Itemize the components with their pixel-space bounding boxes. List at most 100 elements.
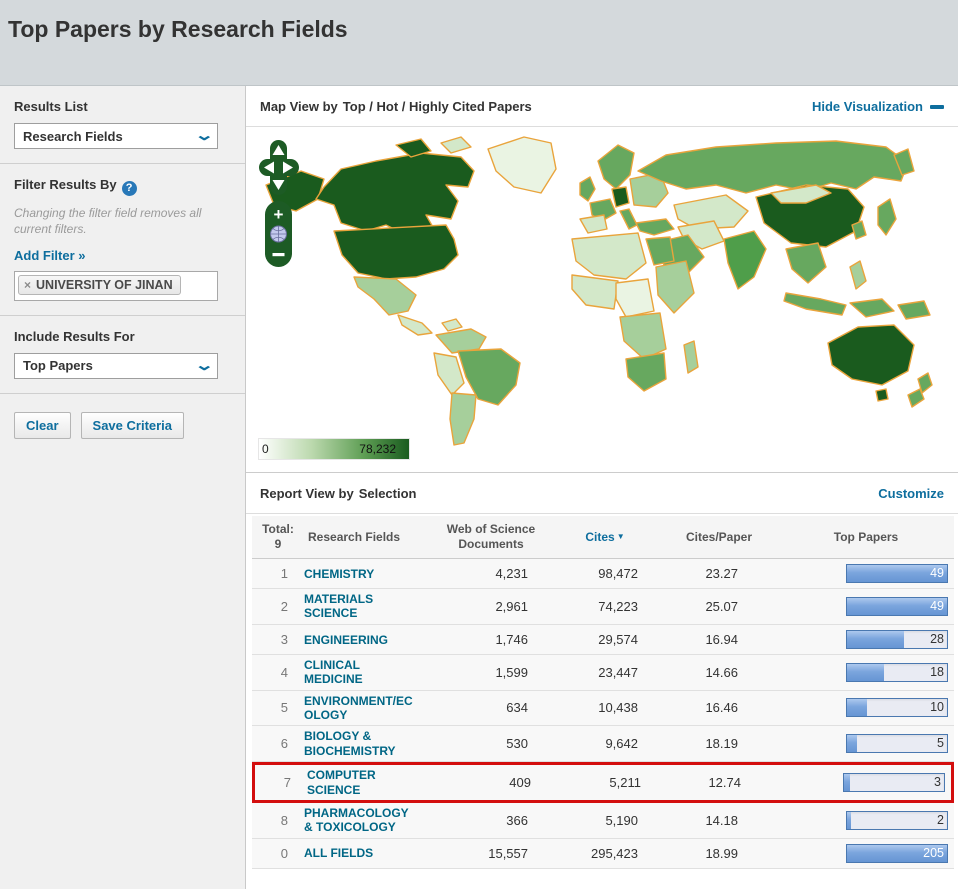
table-row: 6 BIOLOGY & BIOCHEMISTRY 530 9,642 18.19… xyxy=(252,726,954,762)
top-papers-bar-fill xyxy=(847,664,884,681)
cites-header-label: Cites xyxy=(585,530,614,544)
map-region-south-america[interactable] xyxy=(434,329,520,445)
include-results-section: Include Results For Top Papers ⌄ xyxy=(0,316,245,394)
map-zoom-control[interactable]: + xyxy=(265,201,292,267)
research-field-link[interactable]: ENVIRONMENT/ECOLOGY xyxy=(304,694,416,723)
research-field-link[interactable]: CLINICAL MEDICINE xyxy=(304,658,416,687)
map-controls: + xyxy=(256,137,302,269)
cites-per-paper-value: 14.66 xyxy=(660,665,778,680)
map-view-header: Map View byTop / Hot / Highly Cited Pape… xyxy=(246,86,958,127)
row-rank: 3 xyxy=(252,632,304,647)
cites-value: 10,438 xyxy=(550,700,660,715)
top-papers-header: Top Papers xyxy=(778,530,954,545)
row-rank: 6 xyxy=(252,736,304,751)
wos-documents-header: Web of Science Documents xyxy=(441,522,541,552)
wos-documents-value: 530 xyxy=(432,736,550,751)
cites-per-paper-value: 18.99 xyxy=(660,846,778,861)
clear-button[interactable]: Clear xyxy=(14,412,71,439)
sort-desc-icon: ▼ xyxy=(617,532,625,541)
cites-per-paper-value: 16.46 xyxy=(660,700,778,715)
research-field-link[interactable]: PHARMACOLOGY & TOXICOLOGY xyxy=(304,806,416,835)
map-region-north-america[interactable] xyxy=(266,137,556,335)
filter-tag-label: UNIVERSITY OF JINAN xyxy=(36,278,173,292)
top-papers-value: 5 xyxy=(937,736,944,750)
top-papers-bar-fill xyxy=(847,812,851,829)
report-view-title: Report View by Selection xyxy=(260,486,416,501)
report-view-title-text: Selection xyxy=(359,486,417,501)
content-area: Results List Research Fields ⌄ Filter Re… xyxy=(0,86,958,889)
table-row: 5 ENVIRONMENT/ECOLOGY 634 10,438 16.46 1… xyxy=(252,691,954,727)
results-list-section: Results List Research Fields ⌄ xyxy=(0,86,245,164)
table-row: 4 CLINICAL MEDICINE 1,599 23,447 14.66 1… xyxy=(252,655,954,691)
top-papers-bar: 49 xyxy=(846,564,948,583)
results-list-select[interactable]: Research Fields ⌄ xyxy=(14,123,218,149)
hide-visualization-link[interactable]: Hide Visualization xyxy=(812,99,944,114)
top-papers-bar: 18 xyxy=(846,663,948,682)
cites-value: 98,472 xyxy=(550,566,660,581)
cites-sort-header[interactable]: Cites▼ xyxy=(550,530,660,545)
add-filter-link[interactable]: Add Filter » xyxy=(14,248,86,263)
collapse-minus-icon xyxy=(930,105,944,109)
cites-per-paper-value: 23.27 xyxy=(660,566,778,581)
wos-documents-value: 1,746 xyxy=(432,632,550,647)
hide-visualization-label: Hide Visualization xyxy=(812,99,923,114)
research-fields-header: Research Fields xyxy=(304,530,432,545)
customize-link[interactable]: Customize xyxy=(878,486,944,501)
research-field-link[interactable]: ENGINEERING xyxy=(304,633,388,647)
remove-filter-icon[interactable]: × xyxy=(24,278,31,292)
top-papers-bar-fill xyxy=(847,735,857,752)
top-papers-value: 10 xyxy=(930,700,944,714)
legend-min-value: 0 xyxy=(262,442,269,456)
filter-label-text: Filter Results By xyxy=(14,177,117,192)
top-papers-bar-fill xyxy=(844,774,850,791)
table-row: 8 PHARMACOLOGY & TOXICOLOGY 366 5,190 14… xyxy=(252,803,954,839)
table-header-row: Total: 9 Research Fields Web of Science … xyxy=(252,516,954,559)
report-table: Total: 9 Research Fields Web of Science … xyxy=(252,516,954,869)
zoom-out-icon[interactable] xyxy=(273,253,285,256)
include-results-label: Include Results For xyxy=(14,329,231,344)
chevron-down-icon: ⌄ xyxy=(195,361,215,371)
cites-value: 74,223 xyxy=(550,599,660,614)
top-papers-bar: 10 xyxy=(846,698,948,717)
top-papers-value: 2 xyxy=(937,813,944,827)
research-field-link[interactable]: ALL FIELDS xyxy=(304,846,373,860)
top-papers-bar-fill xyxy=(847,699,867,716)
row-rank: 4 xyxy=(252,665,304,680)
top-papers-value: 18 xyxy=(930,665,944,679)
world-map-container: + xyxy=(246,127,958,472)
help-icon[interactable]: ? xyxy=(122,181,137,196)
cites-per-paper-value: 16.94 xyxy=(660,632,778,647)
map-region-oceania[interactable] xyxy=(828,325,932,407)
research-field-link[interactable]: CHEMISTRY xyxy=(304,567,374,581)
map-pan-control[interactable] xyxy=(259,140,299,195)
top-papers-bar: 5 xyxy=(846,734,948,753)
top-papers-bar-fill xyxy=(847,631,904,648)
table-row: 0 ALL FIELDS 15,557 295,423 18.99 205 xyxy=(252,839,954,869)
research-field-link[interactable]: COMPUTER SCIENCE xyxy=(307,768,419,797)
cites-per-paper-header: Cites/Paper xyxy=(660,530,778,545)
include-results-select[interactable]: Top Papers ⌄ xyxy=(14,353,218,379)
cites-value: 295,423 xyxy=(550,846,660,861)
research-field-link[interactable]: MATERIALS SCIENCE xyxy=(304,592,416,621)
page-title: Top Papers by Research Fields xyxy=(8,16,958,43)
zoom-in-icon[interactable]: + xyxy=(274,205,284,224)
wos-documents-value: 2,961 xyxy=(432,599,550,614)
row-rank: 0 xyxy=(252,846,304,861)
cites-per-paper-value: 25.07 xyxy=(660,599,778,614)
table-row: 3 ENGINEERING 1,746 29,574 16.94 28 xyxy=(252,625,954,655)
table-row-highlighted: 7 COMPUTER SCIENCE 409 5,211 12.74 3 xyxy=(252,762,954,803)
filter-section: Filter Results By? Changing the filter f… xyxy=(0,164,245,316)
research-field-link[interactable]: BIOLOGY & BIOCHEMISTRY xyxy=(304,729,416,758)
world-map[interactable] xyxy=(246,127,952,472)
page-header: Top Papers by Research Fields xyxy=(0,0,958,86)
row-rank: 7 xyxy=(255,775,307,790)
top-papers-value: 49 xyxy=(930,599,944,613)
results-list-label: Results List xyxy=(14,99,231,114)
save-criteria-button[interactable]: Save Criteria xyxy=(81,412,185,439)
filter-input[interactable]: × UNIVERSITY OF JINAN xyxy=(14,271,218,301)
map-view-title-prefix: Map View by xyxy=(260,99,338,114)
report-view-title-prefix: Report View by xyxy=(260,486,354,501)
top-papers-bar: 3 xyxy=(843,773,945,792)
top-papers-bar: 205 xyxy=(846,844,948,863)
results-list-selected-value: Research Fields xyxy=(23,129,123,144)
